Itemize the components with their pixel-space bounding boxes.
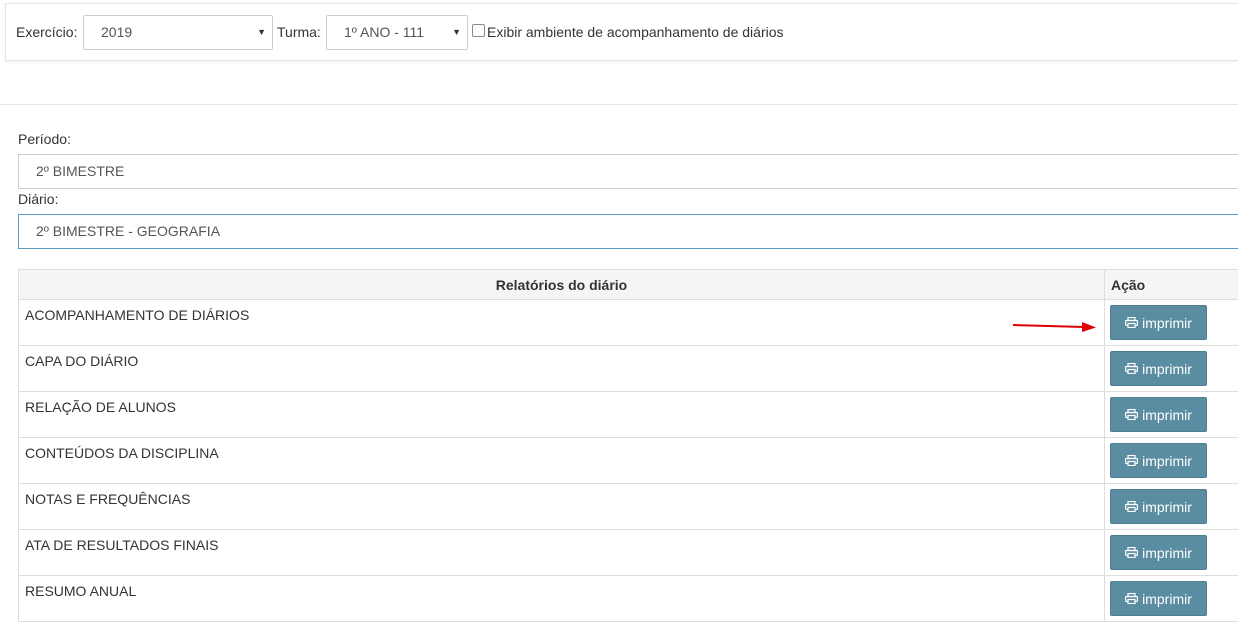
periodo-value: 2º BIMESTRE [36, 163, 125, 179]
table-row: ATA DE RESULTADOS FINAIS imprimir [18, 529, 1238, 576]
table-row: CAPA DO DIÁRIO imprimir [18, 345, 1238, 392]
action-cell: imprimir [1104, 299, 1238, 346]
caret-down-icon: ▼ [257, 27, 266, 37]
exibir-checkbox[interactable] [472, 24, 485, 37]
periodo-select[interactable]: 2º BIMESTRE [18, 154, 1238, 189]
table-row: RELAÇÃO DE ALUNOS imprimir [18, 391, 1238, 438]
report-name: RESUMO ANUAL [18, 575, 1105, 622]
print-button[interactable]: imprimir [1110, 581, 1207, 616]
table-row: CONTEÚDOS DA DISCIPLINA imprimir [18, 437, 1238, 484]
print-button-label: imprimir [1142, 544, 1192, 561]
diario-value: 2º BIMESTRE - GEOGRAFIA [36, 223, 221, 239]
report-name: NOTAS E FREQUÊNCIAS [18, 483, 1105, 530]
periodo-label: Período: [18, 131, 71, 147]
section-divider [0, 104, 1238, 105]
print-button[interactable]: imprimir [1110, 443, 1207, 478]
turma-select[interactable]: 1º ANO - 111 ▼ [326, 15, 468, 50]
exibir-checkbox-label[interactable]: Exibir ambiente de acompanhamento de diá… [487, 24, 784, 40]
printer-icon [1125, 409, 1139, 420]
print-button[interactable]: imprimir [1110, 305, 1207, 340]
print-button-label: imprimir [1142, 314, 1192, 331]
exercicio-select[interactable]: 2019 ▼ [83, 15, 273, 50]
printer-icon [1125, 363, 1139, 374]
printer-icon [1125, 455, 1139, 466]
turma-value: 1º ANO - 111 [344, 24, 425, 40]
exercicio-label: Exercício: [16, 24, 78, 40]
print-button[interactable]: imprimir [1110, 397, 1207, 432]
report-name: RELAÇÃO DE ALUNOS [18, 391, 1105, 438]
report-name: CONTEÚDOS DA DISCIPLINA [18, 437, 1105, 484]
report-name: ACOMPANHAMENTO DE DIÁRIOS [18, 299, 1105, 346]
diario-select[interactable]: 2º BIMESTRE - GEOGRAFIA [18, 214, 1238, 249]
action-cell: imprimir [1104, 437, 1238, 484]
printer-icon [1125, 501, 1139, 512]
printer-icon [1125, 317, 1139, 328]
report-name: CAPA DO DIÁRIO [18, 345, 1105, 392]
action-cell: imprimir [1104, 575, 1238, 622]
exercicio-value: 2019 [101, 24, 133, 40]
report-name: ATA DE RESULTADOS FINAIS [18, 529, 1105, 576]
header-report: Relatórios do diário [18, 269, 1105, 300]
print-button-label: imprimir [1142, 360, 1192, 377]
print-button[interactable]: imprimir [1110, 535, 1207, 570]
caret-down-icon: ▼ [452, 27, 461, 37]
printer-icon [1125, 593, 1139, 604]
table-header-row: Relatórios do diário Ação [18, 269, 1238, 300]
table-body: ACOMPANHAMENTO DE DIÁRIOS imprimir CAPA DO… [18, 299, 1238, 622]
print-button-label: imprimir [1142, 590, 1192, 607]
table-row: RESUMO ANUAL imprimir [18, 575, 1238, 622]
print-button-label: imprimir [1142, 498, 1192, 515]
print-button[interactable]: imprimir [1110, 351, 1207, 386]
header-action: Ação [1104, 269, 1238, 300]
printer-icon [1125, 547, 1139, 558]
action-cell: imprimir [1104, 345, 1238, 392]
print-button[interactable]: imprimir [1110, 489, 1207, 524]
table-row: NOTAS E FREQUÊNCIAS imprimir [18, 483, 1238, 530]
print-button-label: imprimir [1142, 406, 1192, 423]
action-cell: imprimir [1104, 483, 1238, 530]
action-cell: imprimir [1104, 529, 1238, 576]
annotation-arrow-icon [1012, 322, 1096, 332]
turma-label: Turma: [277, 24, 321, 40]
diario-label: Diário: [18, 191, 59, 207]
filter-bar: Exercício: 2019 ▼ Turma: 1º ANO - 111 ▼ … [5, 3, 1238, 61]
print-button-label: imprimir [1142, 452, 1192, 469]
action-cell: imprimir [1104, 391, 1238, 438]
